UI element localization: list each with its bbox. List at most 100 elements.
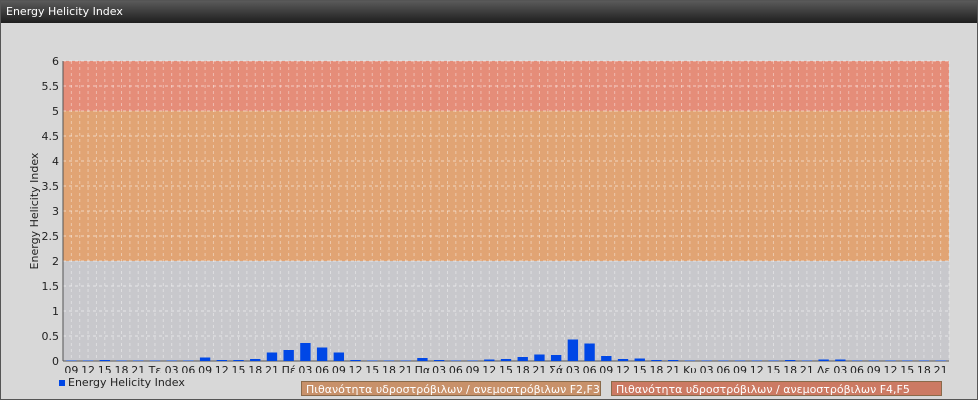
- bar-50: [902, 360, 913, 361]
- bar-29: [550, 355, 562, 361]
- band-legend-f2f3[interactable]: Πιθανότητα υδροστρόβιλων / ανεμοστρόβιλω…: [301, 381, 601, 396]
- bar-37: [684, 360, 696, 361]
- bar-32: [601, 356, 612, 361]
- y-tick-label: 1: [52, 305, 59, 318]
- x-tick-label: 15: [900, 364, 914, 373]
- y-axis-label: Energy Helicity Index: [28, 152, 41, 269]
- bar-48: [868, 360, 879, 361]
- bar-9: [216, 360, 227, 361]
- x-tick-label: 09: [198, 364, 212, 373]
- x-tick-label: 06: [315, 364, 329, 373]
- bar-26: [500, 359, 512, 361]
- bar-38: [701, 360, 712, 361]
- y-tick-label: 4: [52, 155, 59, 168]
- x-tick-label: 09: [733, 364, 747, 373]
- x-tick-label: 06: [181, 364, 195, 373]
- y-tick-label: 4.5: [42, 130, 60, 143]
- x-tick-label: 21: [934, 364, 948, 373]
- bar-47: [851, 360, 863, 361]
- x-tick-label: 03: [165, 364, 179, 373]
- x-tick-label: 03: [566, 364, 580, 373]
- bar-10: [233, 360, 244, 361]
- x-tick-label: 12: [750, 364, 764, 373]
- x-tick-label: 06: [716, 364, 730, 373]
- bar-16: [333, 352, 345, 361]
- x-tick-label: 21: [532, 364, 546, 373]
- bar-1: [82, 360, 94, 361]
- bar-4: [133, 360, 144, 361]
- bar-28: [534, 354, 545, 361]
- bar-31: [584, 343, 595, 361]
- x-tick-label: Κυ: [683, 364, 697, 373]
- legend[interactable]: Energy Helicity Index: [59, 376, 185, 389]
- bar-11: [250, 359, 261, 361]
- x-tick-label: Δε: [817, 364, 831, 373]
- bar-2: [99, 360, 110, 361]
- x-tick-label: 15: [98, 364, 112, 373]
- x-tick-label: 03: [700, 364, 714, 373]
- x-tick-label: 18: [917, 364, 931, 373]
- bar-43: [785, 360, 796, 361]
- x-tick-label: 21: [131, 364, 145, 373]
- bar-0: [66, 360, 77, 361]
- bar-5: [149, 360, 161, 361]
- bar-17: [350, 360, 361, 361]
- x-tick-label: 21: [666, 364, 680, 373]
- x-tick-label: Πα: [415, 364, 431, 373]
- bar-12: [266, 352, 278, 361]
- y-tick-label: 0.5: [42, 330, 60, 343]
- bar-52: [935, 360, 946, 361]
- x-tick-label: 15: [633, 364, 647, 373]
- x-tick-label: 12: [349, 364, 363, 373]
- bar-42: [768, 360, 779, 361]
- x-tick-label: 12: [215, 364, 229, 373]
- bar-34: [634, 358, 645, 361]
- y-tick-label: 2: [52, 255, 59, 268]
- x-tick-label: 21: [399, 364, 413, 373]
- x-tick-label: 09: [332, 364, 346, 373]
- y-tick-label: 6: [52, 55, 59, 68]
- x-tick-label: 18: [248, 364, 262, 373]
- bar-23: [450, 360, 462, 361]
- x-tick-label: 15: [365, 364, 379, 373]
- y-tick-label: 3: [52, 205, 59, 218]
- y-tick-label: 1.5: [42, 280, 60, 293]
- bar-21: [417, 358, 428, 361]
- y-tick-label: 3.5: [42, 180, 60, 193]
- x-tick-label: 18: [649, 364, 663, 373]
- x-tick-label: 18: [382, 364, 396, 373]
- x-tick-label: 09: [466, 364, 480, 373]
- bar-35: [651, 360, 662, 361]
- x-tick-label: 12: [616, 364, 630, 373]
- bar-3: [116, 360, 127, 361]
- x-tick-label: Πέ: [282, 364, 296, 373]
- x-tick-label: 09: [867, 364, 881, 373]
- bar-46: [835, 359, 846, 361]
- x-tick-label: 06: [583, 364, 597, 373]
- window-title: Energy Helicity Index: [6, 5, 123, 18]
- y-tick-label: 5: [52, 105, 59, 118]
- bar-39: [718, 360, 729, 361]
- x-tick-label: 15: [232, 364, 246, 373]
- x-tick-label: 12: [81, 364, 95, 373]
- bar-19: [383, 360, 395, 361]
- bar-24: [467, 360, 478, 361]
- y-tick-label: 0: [52, 355, 59, 368]
- bar-30: [567, 339, 579, 361]
- x-tick-label: 09: [599, 364, 613, 373]
- chart-window: Energy Helicity Index 0 0.5 1 1.5 2 2.5 3 3.5 4 4…: [0, 0, 978, 400]
- bar-14: [300, 343, 311, 361]
- y-tick-label: 5.5: [42, 80, 60, 93]
- bar-20: [400, 360, 411, 361]
- bar-13: [283, 350, 294, 361]
- bar-7: [183, 360, 194, 361]
- bar-25: [484, 359, 495, 361]
- bar-44: [801, 360, 813, 361]
- legend-swatch: [59, 380, 65, 386]
- x-tick-label: 15: [766, 364, 780, 373]
- bar-51: [918, 360, 930, 361]
- band-legend-f4f5[interactable]: Πιθανότητα υδροστρόβιλων / ανεμοστρόβιλω…: [611, 381, 942, 396]
- bar-18: [367, 360, 378, 361]
- x-tick-label: 06: [850, 364, 864, 373]
- x-tick-label: 12: [883, 364, 897, 373]
